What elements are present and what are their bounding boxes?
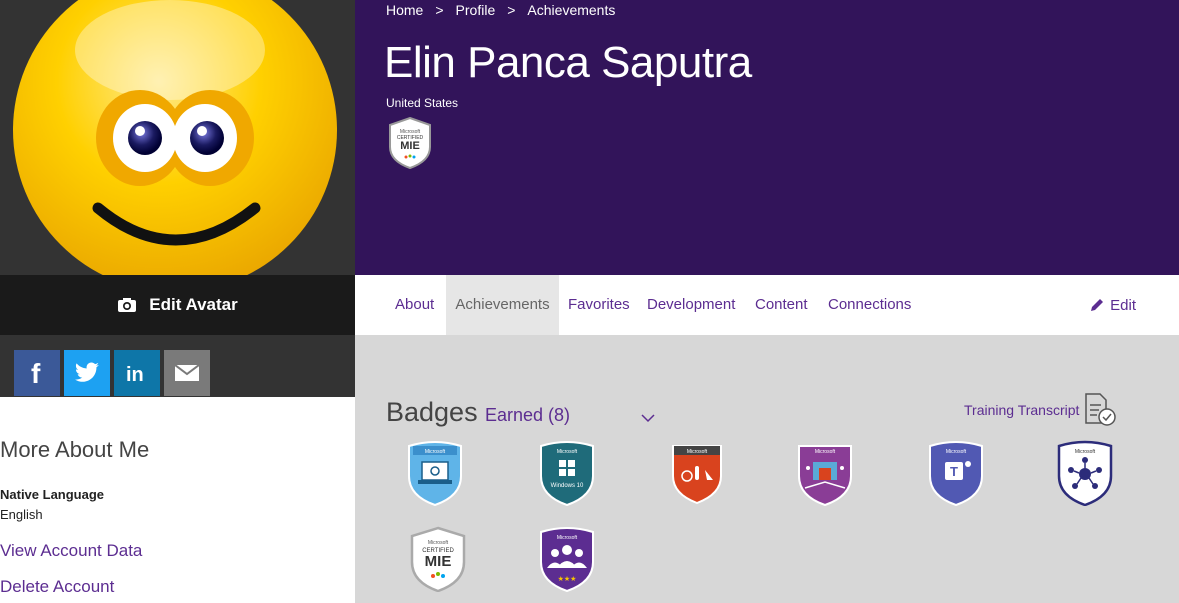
svg-text:f: f: [31, 361, 41, 385]
delete-account-link[interactable]: Delete Account: [0, 577, 114, 597]
svg-text:Microsoft: Microsoft: [946, 449, 967, 455]
tab-favorites[interactable]: Favorites: [568, 275, 630, 335]
svg-text:in: in: [126, 364, 144, 384]
camera-icon: [118, 298, 137, 312]
twitter-button[interactable]: [64, 350, 110, 396]
svg-text:T: T: [950, 464, 958, 479]
breadcrumb-achievements: Achievements: [527, 2, 616, 18]
mail-icon: [175, 365, 199, 381]
teams-badge-icon[interactable]: Microsoft T: [926, 440, 986, 506]
badges-heading: Badges: [386, 397, 478, 427]
svg-text:Microsoft: Microsoft: [557, 449, 578, 455]
blue-laptop-badge-icon[interactable]: Microsoft: [405, 440, 465, 506]
native-language-label: Native Language: [0, 487, 105, 502]
svg-text:MIE: MIE: [425, 553, 452, 570]
svg-text:★★★: ★★★: [558, 575, 577, 583]
linkedin-button[interactable]: in: [114, 350, 160, 396]
office-red-badge-icon[interactable]: Microsoft: [667, 440, 727, 506]
breadcrumb-home[interactable]: Home: [386, 2, 423, 18]
svg-text:Microsoft: Microsoft: [425, 449, 446, 455]
avatar: [0, 0, 355, 275]
breadcrumb: Home > Profile > Achievements: [386, 2, 615, 18]
tab-connections[interactable]: Connections: [828, 275, 911, 335]
group-badge-icon[interactable]: Microsoft ★★★: [537, 526, 597, 592]
tab-about[interactable]: About: [395, 275, 434, 335]
profile-tabs: About Achievements Favorites Development…: [355, 275, 1179, 335]
chevron-right-icon: >: [507, 2, 516, 18]
profile-country: United States: [386, 96, 459, 110]
windows10-badge-icon[interactable]: Microsoft Windows 10: [537, 440, 597, 506]
purple-classroom-badge-icon[interactable]: Microsoft: [795, 440, 855, 506]
profile-name: Elin Panca Saputra: [384, 38, 752, 87]
svg-text:Microsoft: Microsoft: [428, 540, 449, 546]
left-column: Edit Avatar f in More About Me Native La…: [0, 0, 355, 603]
edit-avatar-label: Edit Avatar: [149, 295, 238, 314]
svg-text:Microsoft: Microsoft: [1075, 449, 1096, 455]
community-network-badge-icon[interactable]: Microsoft: [1055, 440, 1115, 506]
transcript-icon: [1085, 393, 1117, 426]
linkedin-icon: in: [126, 364, 144, 384]
edit-label: Edit: [1110, 296, 1136, 314]
tab-achievements[interactable]: Achievements: [446, 275, 559, 335]
email-button[interactable]: [164, 350, 210, 396]
tab-development[interactable]: Development: [647, 275, 735, 335]
mie-certified-icon[interactable]: Microsoft CERTIFIED MIE: [388, 117, 432, 169]
chevron-down-icon[interactable]: [640, 405, 656, 433]
svg-text:Microsoft: Microsoft: [815, 449, 836, 455]
edit-profile-button[interactable]: Edit: [1090, 275, 1136, 335]
profile-header: Home > Profile > Achievements Elin Panca…: [355, 0, 1179, 275]
facebook-button[interactable]: f: [14, 350, 60, 396]
smiley-avatar-image: [13, 0, 337, 275]
twitter-icon: [75, 362, 99, 382]
more-about-me-heading: More About Me: [0, 437, 150, 462]
svg-text:Windows 10: Windows 10: [551, 483, 584, 489]
tab-content[interactable]: Content: [755, 275, 808, 335]
breadcrumb-profile[interactable]: Profile: [456, 2, 496, 18]
edit-avatar-button[interactable]: Edit Avatar: [0, 275, 355, 335]
chevron-right-icon: >: [435, 2, 444, 18]
svg-text:Microsoft: Microsoft: [557, 535, 578, 541]
svg-text:MIE: MIE: [400, 140, 420, 152]
view-account-data-link[interactable]: View Account Data: [0, 541, 142, 561]
mie-certified-badge-icon[interactable]: Microsoft CERTIFIED MIE: [408, 526, 468, 592]
training-transcript-link[interactable]: Training Transcript: [964, 393, 1117, 427]
svg-text:Microsoft: Microsoft: [687, 449, 708, 455]
social-share-bar: f in: [0, 335, 355, 397]
native-language-value: English: [0, 507, 43, 522]
facebook-icon: f: [31, 361, 41, 385]
earned-filter-dropdown[interactable]: Earned (8): [485, 405, 570, 426]
pencil-icon: [1091, 299, 1104, 311]
training-transcript-label: Training Transcript: [964, 402, 1080, 418]
